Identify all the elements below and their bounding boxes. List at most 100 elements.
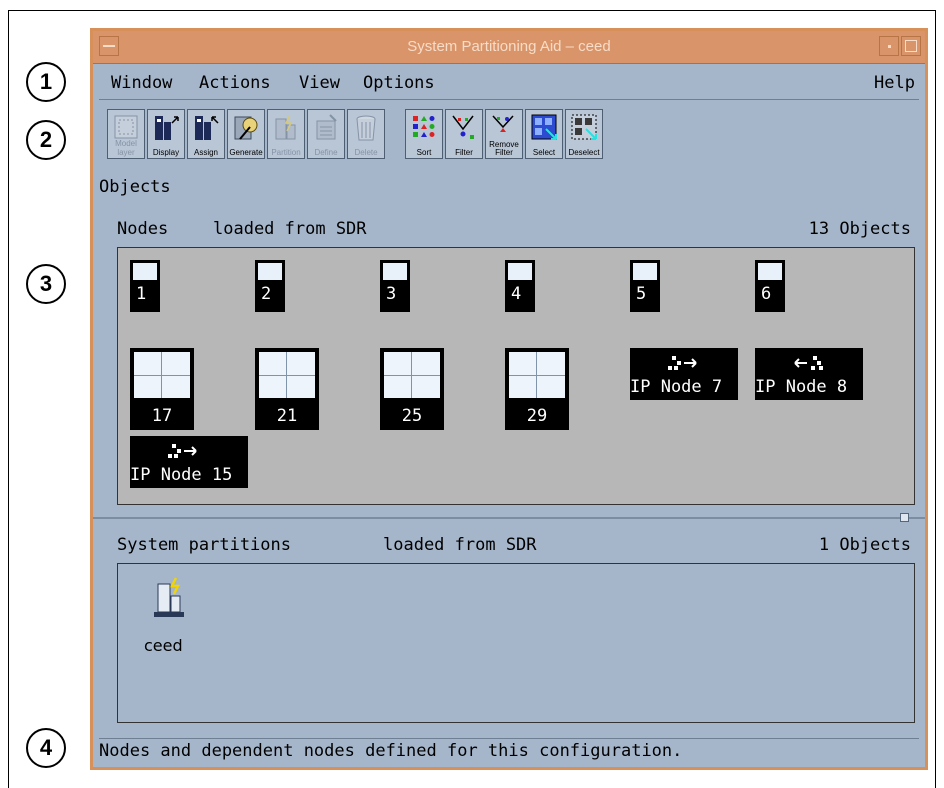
node-tile[interactable]: 1	[130, 260, 160, 312]
menu-options[interactable]: Options	[363, 73, 435, 93]
node-label: 6	[761, 284, 772, 304]
ip-node-tile[interactable]: IP Node 8	[755, 348, 863, 400]
ip-node-label: IP Node 8	[755, 377, 848, 397]
partitions-source: loaded from SDR	[383, 535, 537, 555]
callout-3: 3	[26, 264, 66, 304]
node-screen	[508, 263, 532, 280]
partition-item[interactable]: ceed	[138, 576, 198, 676]
filter-icon	[452, 115, 474, 139]
display-icon	[155, 116, 179, 140]
node-screen	[758, 263, 782, 280]
node-tile[interactable]: 5	[630, 260, 660, 312]
node-screen	[258, 263, 282, 280]
node-tile[interactable]: 3	[380, 260, 410, 312]
sort-icon	[413, 116, 435, 137]
select-icon	[531, 114, 557, 140]
delete-label: Delete	[354, 148, 378, 157]
assign-label: Assign	[193, 148, 218, 157]
node-tile[interactable]: 6	[755, 260, 785, 312]
assign-button[interactable]: Assign	[187, 109, 225, 159]
callout-2: 2	[26, 120, 66, 160]
ip-node-tile[interactable]: IP Node 7	[630, 348, 738, 400]
filter-button[interactable]: Filter	[445, 109, 483, 159]
remove-filter-label: Remove Filter	[489, 140, 519, 157]
ip-node-in-icon	[794, 356, 823, 370]
deselect-label: Deselect	[568, 148, 600, 157]
partition-label: ceed	[144, 636, 183, 655]
nodes-panel[interactable]: 1 2 3 4 5 6 17 21 25 29 IP Node 7 IP Nod…	[117, 247, 915, 505]
delete-button[interactable]: Delete	[347, 109, 385, 159]
node-tile-wide[interactable]: 17	[130, 348, 194, 430]
node-tile[interactable]: 2	[255, 260, 285, 312]
toolbar: Model layer Display Assign Generate Part…	[103, 103, 915, 161]
select-button[interactable]: Select	[525, 109, 563, 159]
ip-node-out-icon	[168, 444, 197, 458]
partitions-panel[interactable]: ceed	[117, 563, 915, 723]
define-icon	[316, 114, 337, 140]
menu-bar: Window Actions View Options Help	[99, 67, 919, 100]
objects-heading: Objects	[99, 177, 171, 197]
generate-icon	[234, 116, 258, 140]
menu-help[interactable]: Help	[874, 73, 915, 93]
partition-icon	[275, 114, 296, 140]
frame-left-line	[8, 10, 9, 788]
frame-top-line	[8, 10, 936, 11]
node-label: 21	[276, 406, 298, 426]
node-label: 4	[511, 284, 522, 304]
nodes-count: 13 Objects	[808, 219, 911, 239]
node-screen	[133, 263, 157, 280]
menu-actions[interactable]: Actions	[199, 73, 271, 93]
display-label: Display	[152, 148, 180, 157]
remove-filter-button[interactable]: Remove Filter	[485, 109, 523, 159]
node-tile-wide[interactable]: 29	[505, 348, 569, 430]
menu-view[interactable]: View	[299, 73, 340, 93]
node-label: 2	[261, 284, 272, 304]
ip-node-label: IP Node 15	[130, 465, 233, 485]
node-label: 5	[636, 284, 647, 304]
nodes-source: loaded from SDR	[213, 219, 367, 239]
status-text: Nodes and dependent nodes defined for th…	[99, 741, 683, 761]
callout-1: 1	[26, 62, 66, 102]
generate-button[interactable]: Generate	[227, 109, 265, 159]
menu-window[interactable]: Window	[111, 73, 172, 93]
generate-label: Generate	[229, 148, 263, 157]
status-bar: Nodes and dependent nodes defined for th…	[99, 738, 919, 763]
minimize-icon	[888, 45, 891, 48]
deselect-button[interactable]: Deselect	[565, 109, 603, 159]
sash-handle[interactable]	[900, 513, 909, 522]
callout-4: 4	[26, 728, 66, 768]
app-window: System Partitioning Aid – ceed Window Ac…	[90, 28, 928, 770]
node-label: 29	[526, 406, 548, 426]
node-label: 25	[401, 406, 423, 426]
frame-right-line	[935, 10, 936, 788]
ip-node-out-icon	[668, 356, 697, 370]
deselect-icon	[571, 114, 597, 140]
sort-label: Sort	[416, 148, 432, 157]
minimize-button[interactable]	[879, 36, 899, 56]
title-bar[interactable]: System Partitioning Aid – ceed	[93, 31, 925, 64]
display-button[interactable]: Display	[147, 109, 185, 159]
define-label: Define	[314, 148, 338, 157]
define-button[interactable]: Define	[307, 109, 345, 159]
node-tile[interactable]: 4	[505, 260, 535, 312]
remove-filter-icon	[492, 115, 514, 132]
window-title: System Partitioning Aid – ceed	[407, 38, 611, 55]
node-screen	[633, 263, 657, 280]
node-tile-wide[interactable]: 25	[380, 348, 444, 430]
sort-button[interactable]: Sort	[405, 109, 443, 159]
node-tile-wide[interactable]: 21	[255, 348, 319, 430]
model-layer-label: Model layer	[115, 139, 137, 157]
pane-divider[interactable]	[93, 517, 925, 519]
partitions-count: 1 Objects	[818, 535, 911, 555]
filter-label: Filter	[455, 148, 473, 157]
partition-icon	[154, 577, 184, 617]
ip-node-tile[interactable]: IP Node 15	[130, 436, 248, 488]
assign-icon	[195, 116, 219, 140]
model-layer-button[interactable]: Model layer	[107, 109, 145, 159]
partition-button[interactable]: Partition	[267, 109, 305, 159]
maximize-button[interactable]	[901, 36, 921, 56]
node-label: 3	[386, 284, 397, 304]
node-label: 17	[151, 406, 173, 426]
node-screen	[383, 263, 407, 280]
trash-icon	[356, 115, 376, 141]
